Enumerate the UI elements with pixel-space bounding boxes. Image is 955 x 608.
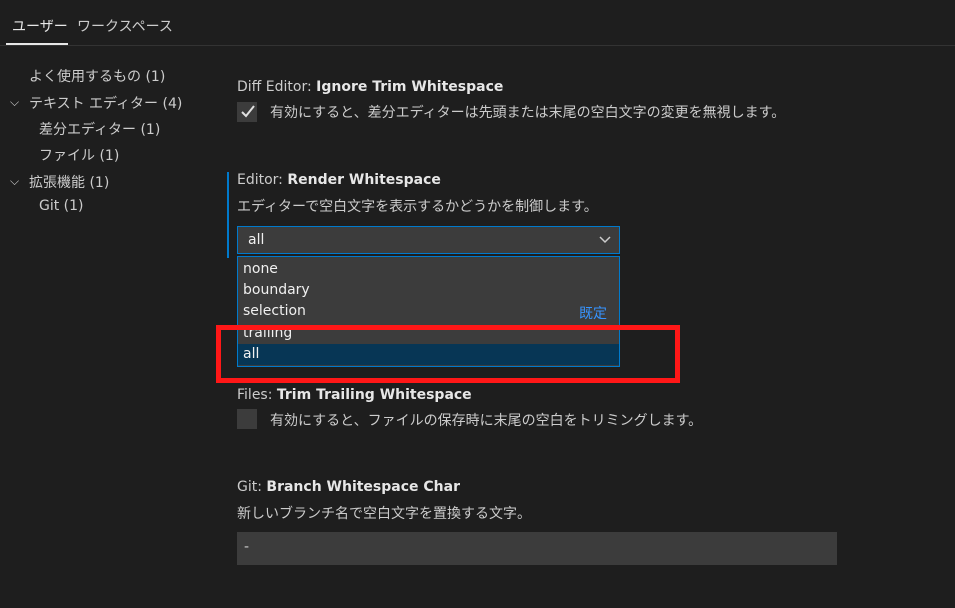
tab-workspace[interactable]: ワークスペース [77, 16, 173, 36]
setting-name: Render Whitespace [287, 172, 441, 188]
default-badge: 既定 [579, 306, 607, 322]
git-branch-whitespace-input[interactable]: - [237, 532, 837, 565]
input-value: - [244, 539, 250, 555]
option-all[interactable]: all [238, 344, 619, 365]
setting-name: Trim Trailing Whitespace [276, 387, 472, 403]
git-branch-whitespace-description: 新しいブランチ名で空白文字を置換する文字。 [237, 506, 531, 522]
setting-title-git-branch-whitespace: Git: Branch Whitespace Char [237, 479, 460, 495]
settings-scope-tabs: ユーザー ワークスペース [0, 0, 955, 46]
setting-title-render-whitespace: Editor: Render Whitespace [237, 172, 441, 188]
chevron-down-icon[interactable]: ⌵ [10, 95, 19, 110]
setting-category: Git: [237, 479, 267, 495]
render-whitespace-description: エディターで空白文字を表示するかどうかを制御します。 [237, 199, 598, 215]
option-trailing[interactable]: trailing [238, 323, 619, 344]
setting-name: Ignore Trim Whitespace [316, 79, 504, 95]
option-selection[interactable]: selection 既定 [238, 301, 619, 322]
tree-item-commonly-used[interactable]: よく使用するもの (1) [29, 66, 165, 86]
tree-item-diff-editor[interactable]: 差分エディター (1) [39, 119, 160, 139]
diff-ignore-trim-description: 有効にすると、差分エディターは先頭または末尾の空白文字の変更を無視します。 [270, 105, 786, 121]
checkmark-icon [241, 104, 255, 124]
option-boundary[interactable]: boundary [238, 280, 619, 301]
chevron-down-icon [599, 231, 611, 250]
setting-title-diff-ignore-trim: Diff Editor: Ignore Trim Whitespace [237, 79, 503, 95]
option-label: selection [243, 303, 306, 319]
tree-item-git[interactable]: Git (1) [39, 198, 84, 214]
files-trim-trailing-description: 有効にすると、ファイルの保存時に末尾の空白をトリミングします。 [270, 413, 703, 429]
setting-title-files-trim-trailing: Files: Trim Trailing Whitespace [237, 387, 472, 403]
files-trim-trailing-checkbox[interactable] [237, 409, 257, 429]
tab-user[interactable]: ユーザー [12, 16, 68, 36]
option-label: trailing [243, 325, 293, 341]
diff-ignore-trim-checkbox[interactable] [237, 102, 257, 122]
setting-name: Branch Whitespace Char [266, 479, 460, 495]
render-whitespace-select[interactable]: all [237, 226, 620, 254]
option-none[interactable]: none [238, 259, 619, 280]
select-value: all [248, 232, 265, 248]
chevron-down-icon[interactable]: ⌵ [10, 174, 19, 189]
setting-category: Files: [237, 387, 277, 403]
active-tab-indicator [6, 43, 68, 45]
tree-item-extensions[interactable]: 拡張機能 (1) [29, 172, 109, 192]
render-whitespace-dropdown: none boundary selection 既定 trailing all [237, 256, 620, 367]
setting-category: Editor: [237, 172, 288, 188]
option-label: none [243, 261, 278, 277]
option-label: boundary [243, 282, 310, 298]
setting-category: Diff Editor: [237, 79, 317, 95]
focused-setting-indicator [227, 172, 229, 258]
tree-item-files[interactable]: ファイル (1) [39, 145, 119, 165]
option-label: all [243, 346, 260, 362]
tree-item-text-editor[interactable]: テキスト エディター (4) [29, 93, 182, 113]
